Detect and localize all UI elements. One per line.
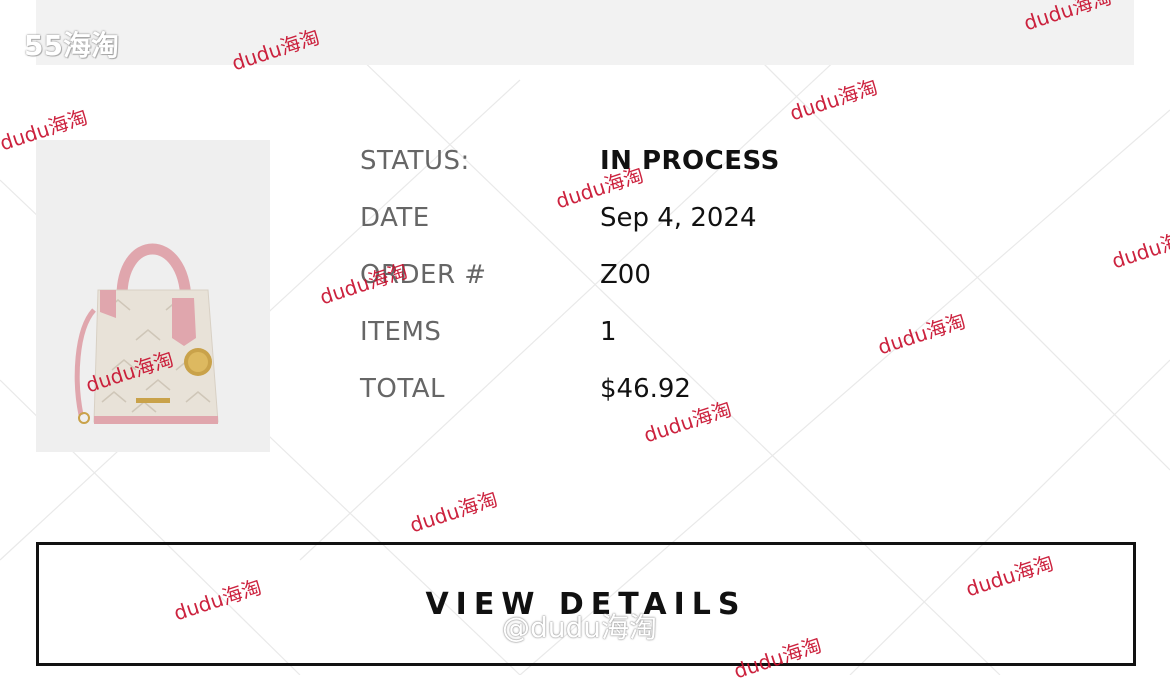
total-row: TOTAL $46.92 (360, 374, 880, 414)
items-label: ITEMS (360, 317, 442, 347)
status-value: IN PROCESS (600, 146, 780, 176)
status-label: STATUS: (360, 146, 470, 176)
handbag-illustration (74, 243, 219, 424)
date-value: Sep 4, 2024 (600, 203, 757, 233)
watermark: dudu海淘 (406, 486, 501, 538)
order-number-row: ORDER # Z00 (360, 260, 880, 300)
items-value: 1 (600, 317, 617, 347)
date-label: DATE (360, 203, 430, 233)
items-row: ITEMS 1 (360, 317, 880, 357)
order-number-value: Z00 (600, 260, 651, 290)
view-details-label: VIEW DETAILS (425, 586, 747, 622)
header-band (36, 0, 1134, 65)
view-details-button[interactable]: VIEW DETAILS (36, 542, 1136, 666)
watermark: dudu海淘 (786, 74, 881, 126)
site-watermark-logo: 55海淘 (24, 29, 119, 62)
product-image[interactable] (36, 140, 270, 452)
watermark: dudu海淘 (1108, 222, 1170, 274)
status-row: STATUS: IN PROCESS (360, 146, 880, 186)
date-row: DATE Sep 4, 2024 (360, 203, 880, 243)
order-number-label: ORDER # (360, 260, 487, 290)
total-label: TOTAL (360, 374, 445, 404)
redaction-blur (658, 262, 818, 292)
total-value: $46.92 (600, 374, 691, 404)
watermark: dudu海淘 (874, 308, 969, 360)
